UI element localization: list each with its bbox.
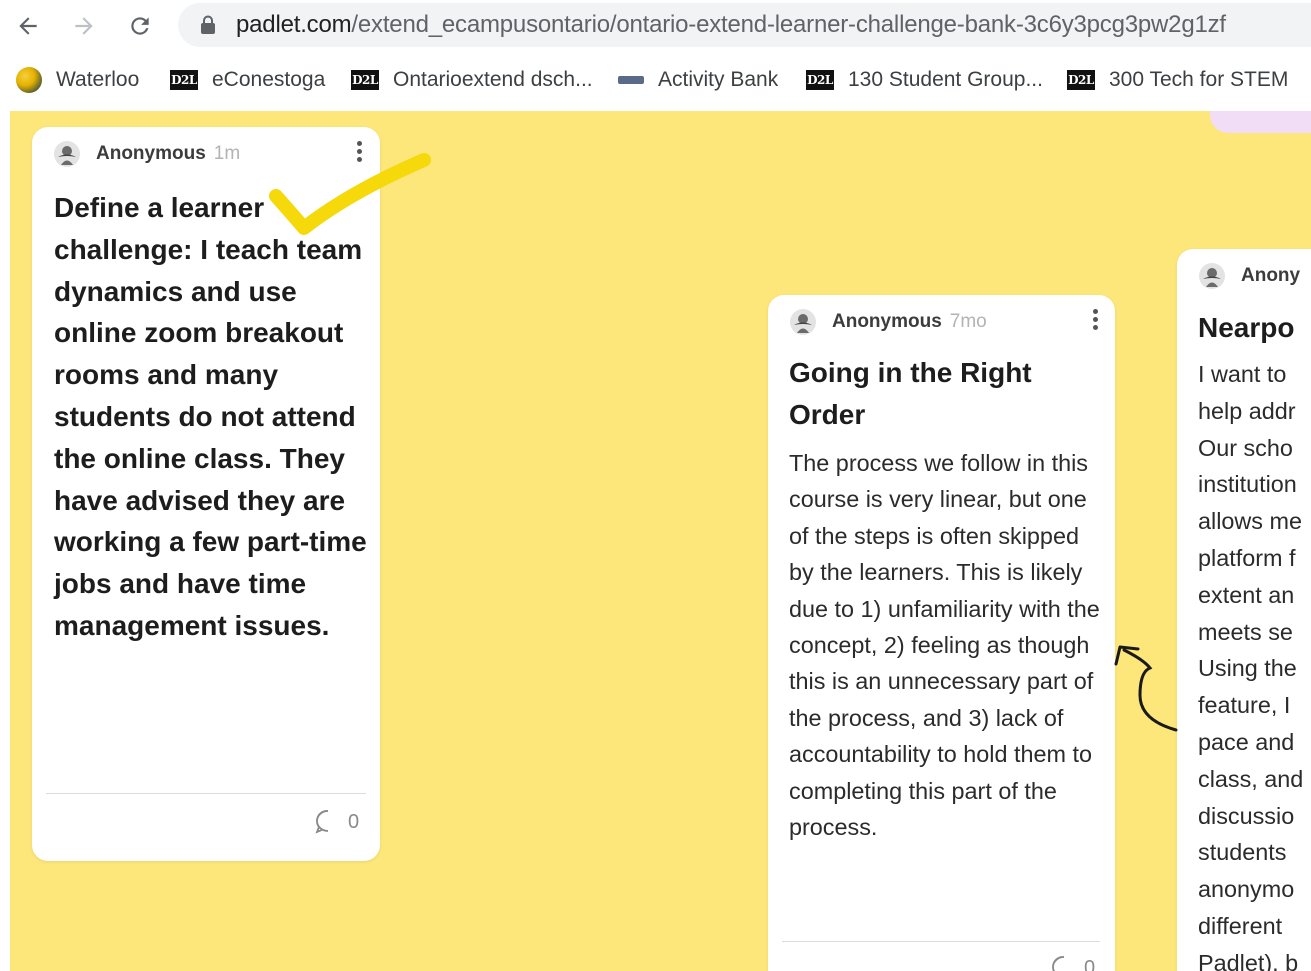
comment-bubble-icon xyxy=(1052,956,1065,971)
comment-count: 0 xyxy=(1084,956,1096,971)
more-options-icon[interactable] xyxy=(357,141,363,165)
back-arrow-icon xyxy=(19,17,37,35)
bookmark-label: 130 Student Group... xyxy=(848,68,1043,91)
bookmark-waterloo[interactable]: Waterloo xyxy=(16,60,139,100)
post-body: The process we follow in this course is … xyxy=(789,450,1100,841)
post-author: Anonymous xyxy=(96,143,206,164)
body-line: institution xyxy=(1198,471,1297,498)
address-bar[interactable]: padlet.com/extend_ecampusontario/ontario… xyxy=(178,3,1311,47)
d2l-icon: D2L xyxy=(170,70,198,90)
post-card[interactable]: Anonymous 7mo Going in the Right Order T… xyxy=(768,295,1115,971)
lock-icon xyxy=(201,15,215,34)
section-tab xyxy=(1210,111,1311,133)
post-header: Anonymous 7mo xyxy=(790,309,987,335)
body-line: feature, I xyxy=(1198,692,1291,719)
anonymous-avatar-icon xyxy=(54,141,80,167)
body-line: allows me xyxy=(1198,508,1302,535)
post-time: 1m xyxy=(213,143,241,164)
reload-icon xyxy=(131,17,149,35)
post-card[interactable]: Anony Nearpo I want to help addr Our sch… xyxy=(1177,249,1311,971)
body-line: meets se xyxy=(1198,618,1293,645)
waterloo-icon xyxy=(16,67,42,93)
anonymous-avatar-icon xyxy=(790,309,816,335)
divider xyxy=(46,793,366,794)
post-header: Anony xyxy=(1199,263,1300,289)
comment-count: 0 xyxy=(348,810,360,833)
post-author: Anonymous xyxy=(832,311,942,332)
body-line: Using the xyxy=(1198,655,1297,682)
body-line: class, and xyxy=(1198,765,1304,792)
post-title: Nearpo xyxy=(1198,312,1295,343)
bookmark-student-group[interactable]: D2L 130 Student Group... xyxy=(806,60,1043,100)
body-line: platform f xyxy=(1198,544,1296,571)
bookmark-ontarioextend[interactable]: D2L Ontarioextend dsch... xyxy=(351,60,593,100)
d2l-icon: D2L xyxy=(1067,70,1095,90)
back-button[interactable] xyxy=(10,8,46,44)
post-author: Anony xyxy=(1241,265,1301,286)
divider xyxy=(782,941,1100,942)
post-header: Anonymous 1m xyxy=(54,141,240,167)
bookmarks-bar: Waterloo D2L eConestoga D2L Ontarioexten… xyxy=(0,60,1311,100)
bookmark-label: Waterloo xyxy=(56,68,140,91)
post-title: Going in the Right Order xyxy=(789,357,1032,430)
forward-button[interactable] xyxy=(66,8,102,44)
post-time: 7mo xyxy=(949,311,987,332)
comment-button[interactable]: 0 xyxy=(1050,955,1095,971)
url-path: /extend_ecampusontario/ontario-extend-le… xyxy=(351,11,1226,38)
body-line: I want to xyxy=(1198,361,1287,387)
body-line: anonymo xyxy=(1198,876,1295,903)
bookmark-label: Ontarioextend dsch... xyxy=(393,68,593,91)
comment-bubble-icon xyxy=(315,810,329,834)
reload-button[interactable] xyxy=(122,8,158,44)
bookmark-label: Activity Bank xyxy=(658,68,779,91)
more-options-icon[interactable] xyxy=(1093,309,1099,333)
body-line: Our scho xyxy=(1198,434,1293,461)
url-host: padlet.com xyxy=(236,11,352,38)
post-body: I want to help addr Our scho institution… xyxy=(1198,356,1311,971)
body-line: extent an xyxy=(1198,581,1295,608)
bookmark-label: eConestoga xyxy=(212,68,326,91)
body-line: students xyxy=(1198,839,1287,866)
bookmark-tech-for-stem[interactable]: D2L 300 Tech for STEM xyxy=(1067,60,1288,100)
comment-button[interactable]: 0 xyxy=(314,809,359,835)
body-line: pace and xyxy=(1198,728,1295,755)
forward-arrow-icon xyxy=(75,17,93,35)
activity-bank-icon xyxy=(618,76,644,84)
post-title: Define a learner challenge: I teach team… xyxy=(54,192,367,641)
bookmark-activity-bank[interactable]: Activity Bank xyxy=(618,60,778,100)
padlet-board: Anonymous 1m Define a learner challenge:… xyxy=(10,111,1311,971)
body-line: Padlet), b xyxy=(1198,949,1299,971)
d2l-icon: D2L xyxy=(806,70,834,90)
d2l-icon: D2L xyxy=(351,70,379,90)
anonymous-avatar-icon xyxy=(1199,263,1225,289)
url-text: padlet.com/extend_ecampusontario/ontario… xyxy=(236,11,1226,39)
body-line: discussio xyxy=(1198,802,1295,829)
post-card[interactable]: Anonymous 1m Define a learner challenge:… xyxy=(32,127,380,861)
browser-toolbar: padlet.com/extend_ecampusontario/ontario… xyxy=(0,0,1311,52)
body-line: help addr xyxy=(1198,397,1296,424)
bookmark-econestoga[interactable]: D2L eConestoga xyxy=(170,60,325,100)
body-line: different xyxy=(1198,912,1283,939)
bookmark-label: 300 Tech for STEM xyxy=(1109,68,1289,91)
